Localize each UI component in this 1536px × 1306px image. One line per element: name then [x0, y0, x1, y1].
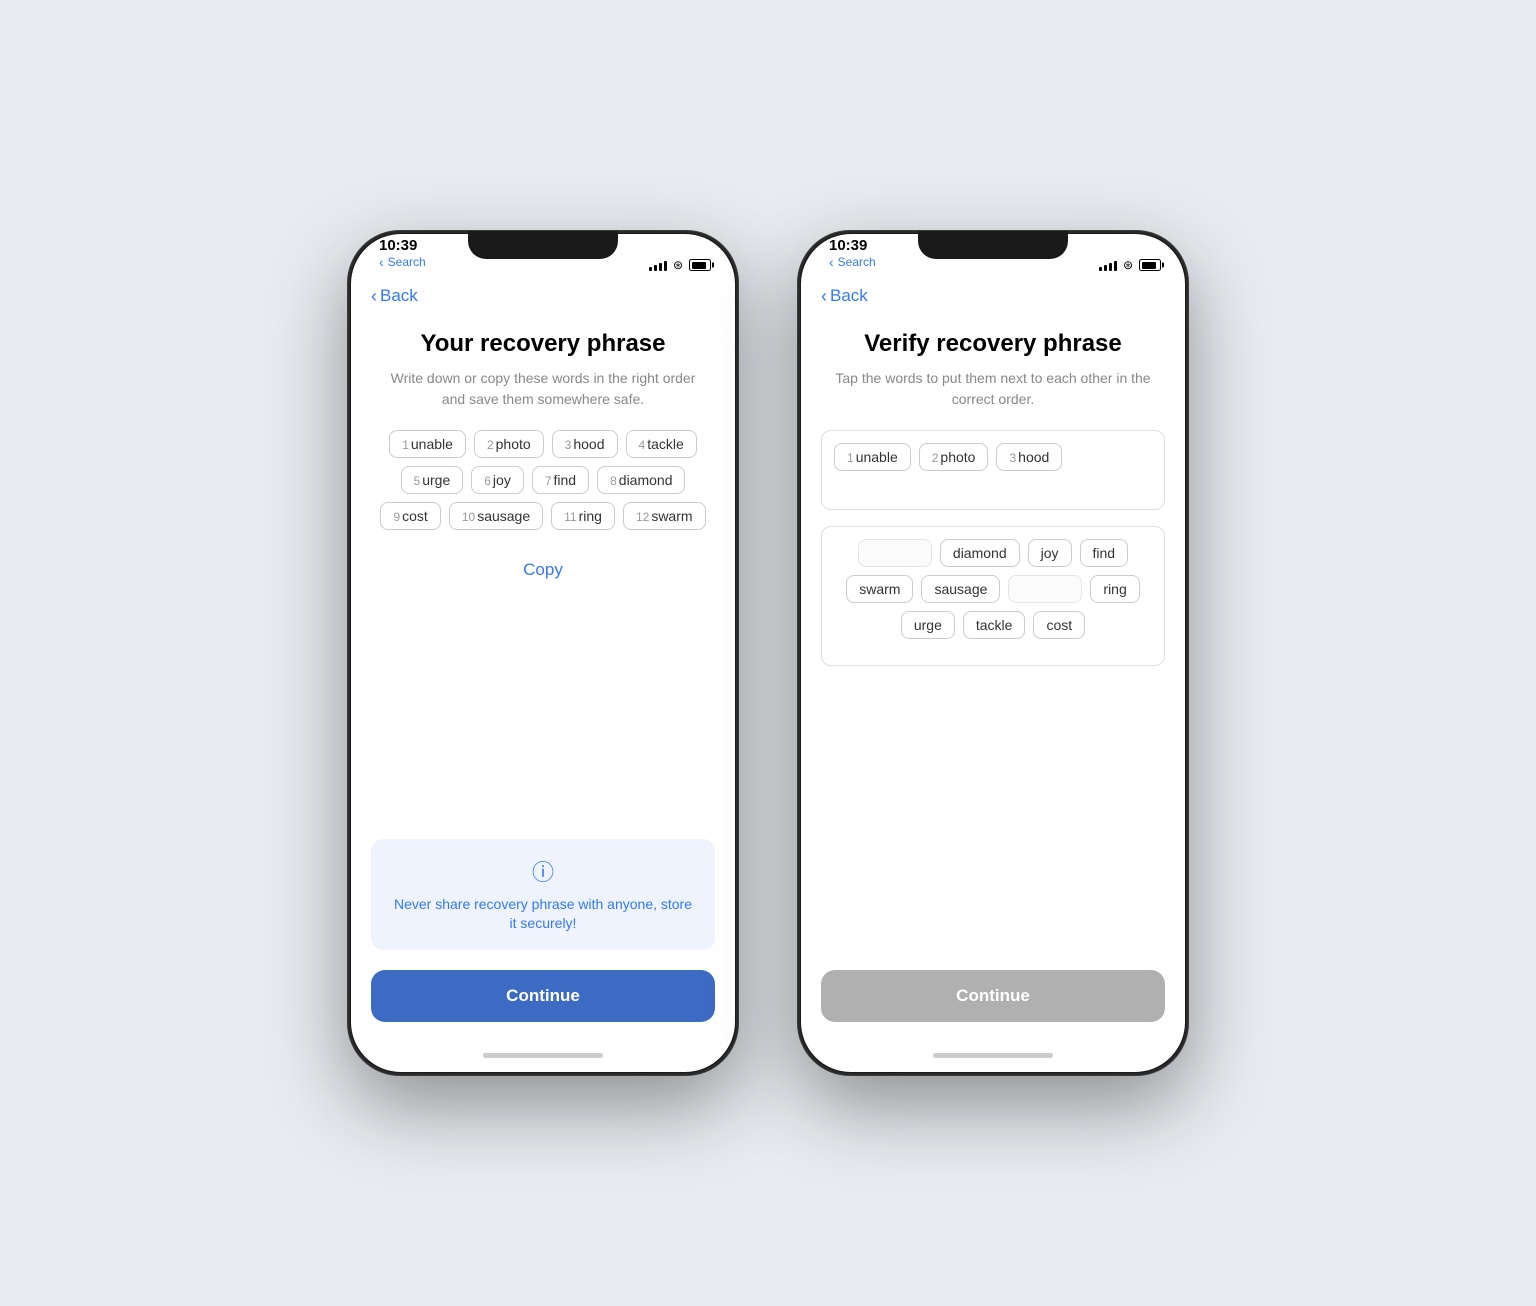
word-pill-3[interactable]: 3hood — [552, 430, 618, 458]
screen-subtitle-1: Write down or copy these words in the ri… — [371, 368, 715, 410]
back-chevron-1: ‹ — [371, 287, 377, 305]
status-time-2: 10:39 — [829, 237, 867, 254]
home-indicator-1 — [351, 1038, 735, 1072]
wifi-icon-2: ⊛ — [1123, 258, 1133, 272]
battery-fill-1 — [692, 262, 706, 269]
screen-title-2: Verify recovery phrase — [821, 330, 1165, 358]
warning-text-1: Never share recovery phrase with anyone,… — [391, 895, 695, 934]
word-pill-10[interactable]: 10sausage — [449, 502, 543, 530]
signal-bar-4 — [664, 261, 667, 271]
verify-bottom-area: diamond joy find swarm sausage ring urge… — [821, 526, 1165, 666]
signal-bar-2-1 — [1099, 267, 1102, 271]
signal-bar-2-2 — [1104, 265, 1107, 271]
signal-bar-2 — [654, 265, 657, 271]
word-pill-11[interactable]: 11ring — [551, 502, 615, 530]
signal-bar-1 — [649, 267, 652, 271]
spacer-pill-2 — [1008, 575, 1082, 603]
search-label-2: Search — [838, 255, 876, 269]
verify-word-find[interactable]: find — [1080, 539, 1129, 567]
copy-button-1[interactable]: Copy — [371, 560, 715, 580]
verify-word-urge[interactable]: urge — [901, 611, 955, 639]
home-bar-2 — [933, 1053, 1053, 1058]
back-label-1: Back — [380, 286, 418, 306]
battery-fill-2 — [1142, 262, 1156, 269]
word-pill-12[interactable]: 12swarm — [623, 502, 706, 530]
signal-bar-3 — [659, 263, 662, 271]
back-label-2: Back — [830, 286, 868, 306]
nav-bar-2: ‹ Back — [801, 278, 1185, 314]
verify-word-ring[interactable]: ring — [1090, 575, 1139, 603]
spacer-pill-1 — [858, 539, 932, 567]
phone-1-inner: 10:39 ‹ Search ⊛ — [351, 234, 735, 1072]
word-pill-5[interactable]: 5urge — [401, 466, 464, 494]
phone-2: 10:39 ‹ Search ⊛ — [798, 231, 1188, 1075]
phone-1: 10:39 ‹ Search ⊛ — [348, 231, 738, 1075]
continue-button-2[interactable]: Continue — [821, 970, 1165, 1022]
word-pill-1[interactable]: 1unable — [389, 430, 466, 458]
signal-bars-1 — [649, 259, 667, 271]
verify-selected-2[interactable]: 2photo — [919, 443, 989, 471]
verify-word-cost[interactable]: cost — [1033, 611, 1085, 639]
word-pill-9[interactable]: 9cost — [380, 502, 440, 530]
verify-word-sausage[interactable]: sausage — [921, 575, 1000, 603]
notch-2 — [918, 231, 1068, 259]
signal-bars-2 — [1099, 259, 1117, 271]
word-pill-7[interactable]: 7find — [532, 466, 589, 494]
verify-word-swarm[interactable]: swarm — [846, 575, 913, 603]
verify-word-tackle[interactable]: tackle — [963, 611, 1026, 639]
back-button-1[interactable]: ‹ Back — [371, 286, 418, 306]
back-chevron-2: ‹ — [821, 287, 827, 305]
verify-word-joy[interactable]: joy — [1028, 539, 1072, 567]
screen-subtitle-2: Tap the words to put them next to each o… — [821, 368, 1165, 410]
page-container: 10:39 ‹ Search ⊛ — [348, 231, 1188, 1075]
signal-bar-2-4 — [1114, 261, 1117, 271]
screen-content-1: Your recovery phrase Write down or copy … — [351, 314, 735, 1038]
word-pill-4[interactable]: 4tackle — [626, 430, 697, 458]
warning-icon-1: ⓘ — [532, 855, 554, 887]
verify-selected-3[interactable]: 3hood — [996, 443, 1062, 471]
phone-2-inner: 10:39 ‹ Search ⊛ — [801, 234, 1185, 1072]
wifi-icon-1: ⊛ — [673, 258, 683, 272]
status-time-1: 10:39 — [379, 237, 417, 254]
verify-top-area: 1unable 2photo 3hood — [821, 430, 1165, 510]
back-button-2[interactable]: ‹ Back — [821, 286, 868, 306]
home-indicator-2 — [801, 1038, 1185, 1072]
nav-search-row-2: ‹ Search — [829, 254, 876, 270]
status-icons-1: ⊛ — [649, 258, 711, 272]
notch-1 — [468, 231, 618, 259]
battery-icon-2 — [1139, 259, 1161, 271]
words-grid-1: 1unable 2photo 3hood 4tackle 5urge 6joy … — [371, 430, 715, 530]
screen-title-1: Your recovery phrase — [371, 330, 715, 358]
word-pill-6[interactable]: 6joy — [471, 466, 524, 494]
screen-content-2: Verify recovery phrase Tap the words to … — [801, 314, 1185, 1038]
continue-button-1[interactable]: Continue — [371, 970, 715, 1022]
word-pill-2[interactable]: 2photo — [474, 430, 544, 458]
battery-icon-1 — [689, 259, 711, 271]
nav-search-row-1: ‹ Search — [379, 254, 426, 270]
verify-selected-1[interactable]: 1unable — [834, 443, 911, 471]
warning-box-1: ⓘ Never share recovery phrase with anyon… — [371, 839, 715, 950]
home-bar-1 — [483, 1053, 603, 1058]
verify-word-diamond[interactable]: diamond — [940, 539, 1020, 567]
word-pill-8[interactable]: 8diamond — [597, 466, 685, 494]
signal-bar-2-3 — [1109, 263, 1112, 271]
search-label-1: Search — [388, 255, 426, 269]
nav-bar-1: ‹ Back — [351, 278, 735, 314]
status-icons-2: ⊛ — [1099, 258, 1161, 272]
